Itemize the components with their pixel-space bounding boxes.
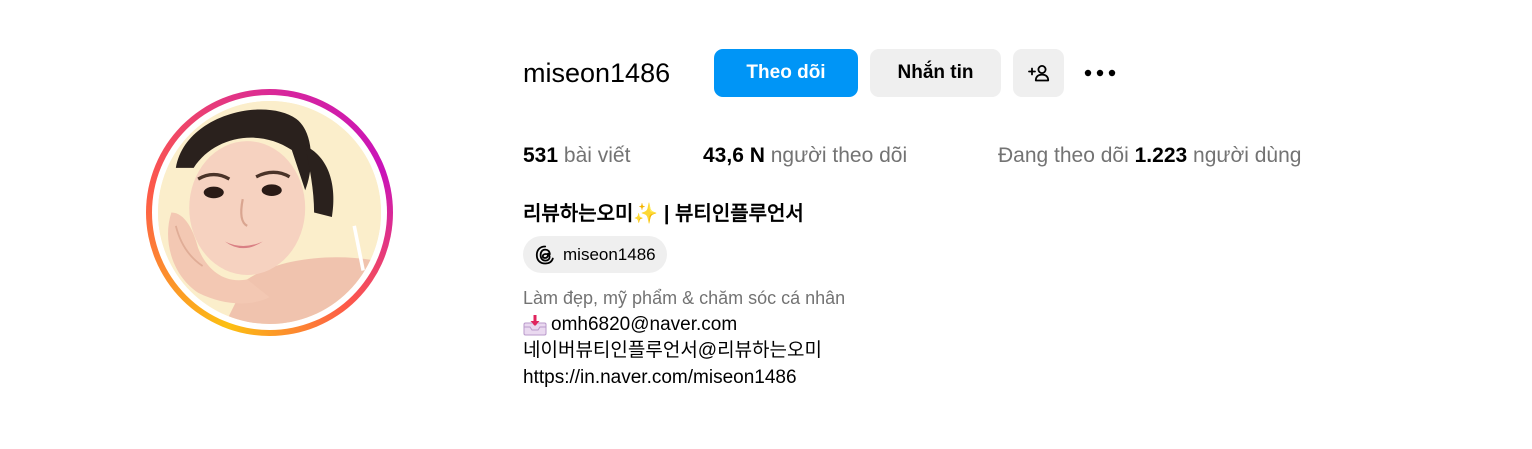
threads-icon (535, 245, 554, 264)
followers-link[interactable]: 43,6 N người theo dõi (703, 142, 907, 170)
follow-button[interactable]: Theo dõi (714, 49, 858, 97)
following-prefix: Đang theo dõi (998, 144, 1129, 167)
followers-label: người theo dõi (770, 144, 908, 167)
avatar[interactable] (158, 101, 381, 324)
bio-external-link[interactable]: https://in.naver.com/miseon1486 (523, 365, 797, 391)
more-horizontal-icon (1084, 69, 1116, 77)
story-ring-gap (152, 95, 387, 330)
sparkle-icon: ✨ (633, 203, 659, 225)
avatar-photo (158, 101, 381, 324)
posts-number: 531 (523, 144, 559, 167)
add-person-icon (1027, 65, 1049, 82)
full-name-text: 리뷰하는오미 (523, 203, 634, 225)
more-options-button[interactable] (1078, 56, 1122, 90)
following-suffix: người dùng (1193, 144, 1302, 167)
bio-naver-line: 네이버뷰티인플루언서@리뷰하는오미 (523, 340, 822, 361)
inbox-tray-icon (523, 315, 547, 336)
threads-handle: miseon1486 (563, 244, 656, 264)
profile-category: Làm đẹp, mỹ phẩm & chăm sóc cá nhân (523, 288, 846, 308)
following-number: 1.223 (1134, 144, 1188, 167)
full-name-title: | 뷰티인플루언서 (663, 203, 804, 225)
suggested-accounts-button[interactable] (1013, 49, 1064, 97)
username: miseon1486 (523, 58, 671, 88)
following-link[interactable]: Đang theo dõi 1.223 người dùng (998, 142, 1301, 170)
message-button[interactable]: Nhắn tin (870, 49, 1001, 97)
story-ring[interactable] (146, 89, 393, 336)
posts-label: bài viết (563, 144, 631, 167)
bio-email: omh6820@naver.com (551, 314, 738, 335)
threads-profile-link[interactable]: miseon1486 (523, 236, 667, 273)
profile-full-name: 리뷰하는오미✨ | 뷰티인플루언서 (523, 200, 804, 228)
profile-header: miseon1486 Theo dõi Nhắn tin 531 bài viế… (0, 0, 1532, 449)
bio-email-line: omh6820@naver.com (523, 312, 737, 338)
posts-count: 531 bài viết (523, 142, 630, 170)
followers-number: 43,6 N (703, 144, 765, 167)
